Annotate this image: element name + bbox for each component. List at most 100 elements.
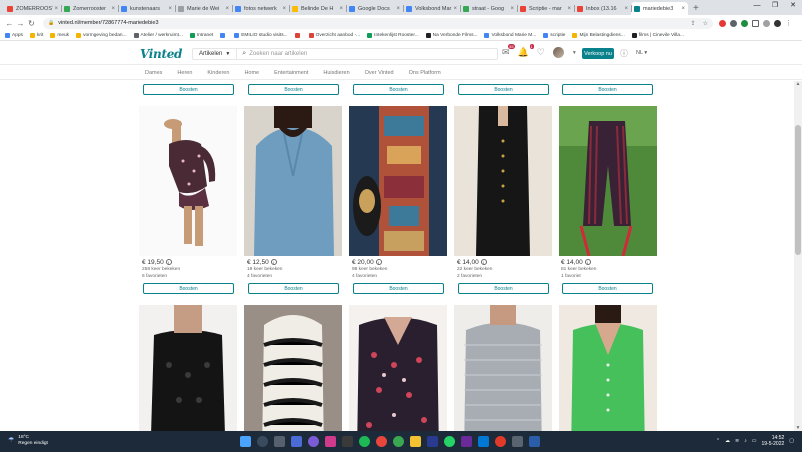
bump-button[interactable]: Boosten — [143, 84, 234, 95]
bump-button[interactable]: Boosten — [248, 84, 339, 95]
info-icon[interactable]: i — [270, 259, 277, 266]
tab-10[interactable]: Scriptie - mar × — [517, 2, 574, 15]
tab-5[interactable]: fotos netwerk × — [232, 2, 289, 15]
spotify-icon[interactable] — [359, 436, 370, 447]
chevron-up-icon[interactable]: ⌃ — [716, 438, 720, 444]
vinted-logo[interactable]: Vinted — [140, 47, 182, 61]
info-icon[interactable]: i — [480, 259, 487, 266]
chrome-icon[interactable] — [376, 436, 387, 447]
heart-icon[interactable]: ♡ — [537, 47, 545, 58]
bookmark-item[interactable]: Intranet — [189, 33, 213, 38]
widgets-icon[interactable] — [291, 436, 302, 447]
puzzle-icon[interactable] — [752, 19, 759, 27]
bookmark-item[interactable]: Apps — [5, 33, 23, 38]
edge-icon[interactable] — [478, 436, 489, 447]
bookmark-item[interactable]: Mijn Belastingdiens... — [572, 33, 625, 38]
item-photo[interactable] — [139, 106, 237, 256]
bookmark-star-icon[interactable]: ☆ — [703, 20, 708, 27]
avatar[interactable] — [552, 47, 564, 58]
new-tab-icon[interactable]: + — [693, 3, 699, 14]
language-select[interactable]: NL ▾ — [636, 50, 647, 56]
battery-icon[interactable]: ▭ — [752, 438, 757, 444]
chevron-down-icon[interactable]: ▼ — [572, 50, 577, 56]
tab-6[interactable]: Belinde De H × — [289, 2, 346, 15]
bookmark-item[interactable]: scriptie — [543, 33, 565, 38]
nav-item[interactable]: Heren — [177, 70, 192, 76]
item-photo[interactable] — [349, 305, 447, 431]
bump-button[interactable]: Boosten — [562, 84, 653, 95]
scrollbar-thumb[interactable] — [795, 125, 801, 255]
item-photo[interactable] — [244, 106, 342, 256]
item-photo[interactable] — [244, 305, 342, 431]
nav-item[interactable]: Kinderen — [207, 70, 229, 76]
tab-1[interactable]: ZOMERROOSTER× — [4, 2, 61, 15]
tab-close-icon[interactable]: × — [396, 6, 400, 12]
bump-button[interactable]: Boosten — [353, 84, 444, 95]
maximize-icon[interactable]: ❐ — [766, 0, 784, 12]
extension-icon[interactable] — [741, 19, 748, 27]
notification-bell-icon[interactable]: 🔔 1 — [518, 44, 534, 58]
app-icon[interactable] — [342, 436, 353, 447]
bump-button[interactable]: Boosten — [248, 283, 339, 294]
tab-8[interactable]: Volksbond Mar × — [403, 2, 460, 15]
bump-button[interactable]: Boosten — [143, 283, 234, 294]
extension-icon[interactable] — [730, 19, 737, 27]
tab-3[interactable]: kunstenaars × — [118, 2, 175, 15]
minimize-icon[interactable]: — — [748, 0, 766, 12]
file-explorer-icon[interactable] — [410, 436, 421, 447]
start-windows-icon[interactable] — [240, 436, 251, 447]
bookmark-item[interactable]: meuk — [50, 33, 69, 38]
item-photo[interactable] — [454, 305, 552, 431]
tab-close-icon[interactable]: × — [567, 6, 571, 12]
bookmark-item[interactable] — [220, 33, 227, 38]
bookmark-item[interactable]: krit — [29, 33, 43, 38]
teams-chat-icon[interactable] — [308, 436, 319, 447]
nav-item[interactable]: Huisdieren — [323, 70, 349, 76]
page-scrollbar[interactable]: ▲ ▼ — [794, 81, 802, 431]
calculator-icon[interactable] — [512, 436, 523, 447]
clock[interactable]: 14:52 19-5-2022 — [761, 435, 784, 447]
sell-now-button[interactable]: Verkoop nu — [582, 48, 614, 59]
address-bar[interactable]: 🔒 vinted.nl/member/72867774-mariedebie3 … — [43, 17, 713, 29]
bump-button[interactable]: Boosten — [458, 283, 549, 294]
premiere-pro-icon[interactable] — [461, 436, 472, 447]
premiere-icon[interactable] — [427, 436, 438, 447]
task-view-icon[interactable] — [274, 436, 285, 447]
tab-close-icon[interactable]: × — [681, 6, 685, 12]
tab-close-icon[interactable]: × — [510, 6, 514, 12]
tab-close-icon[interactable]: × — [54, 6, 58, 12]
search-category-select[interactable]: Artikelen ▼ — [193, 49, 238, 59]
item-photo[interactable] — [559, 305, 657, 431]
tab-11[interactable]: Inbox (13.16 × — [574, 2, 631, 15]
help-icon[interactable]: ⓘ — [620, 48, 628, 59]
item-photo[interactable] — [559, 106, 657, 256]
bookmark-item[interactable]: Overzicht aanbod -... — [308, 33, 360, 38]
bookmark-item[interactable] — [294, 33, 302, 38]
extension-icon[interactable] — [719, 19, 726, 27]
weather-widget[interactable]: ☂ 18°C Regen eindigt — [8, 435, 48, 447]
scroll-up-arrow-icon[interactable]: ▲ — [794, 81, 802, 87]
inbox-icon[interactable]: ✉ 45 — [502, 44, 515, 58]
indesign-icon[interactable] — [325, 436, 336, 447]
search-icon[interactable] — [257, 436, 268, 447]
tab-2[interactable]: Zomerrooster × — [61, 2, 118, 15]
forward-arrow-icon[interactable]: → — [15, 19, 26, 28]
info-icon[interactable]: i — [165, 259, 172, 266]
app-icon[interactable] — [393, 436, 404, 447]
menu-dots-icon[interactable]: ⋮ — [785, 19, 792, 27]
tab-close-icon[interactable]: × — [339, 6, 343, 12]
nav-item[interactable]: Over Vinted — [365, 70, 394, 76]
profile-avatar-icon[interactable] — [774, 19, 781, 27]
bookmark-item[interactable]: Atelier / werkruimt... — [133, 33, 183, 38]
tab-close-icon[interactable]: × — [168, 6, 172, 12]
profile-icon[interactable] — [763, 19, 770, 27]
lightroom-icon[interactable] — [529, 436, 540, 447]
back-arrow-icon[interactable]: ← — [4, 19, 15, 28]
whatsapp-icon[interactable] — [444, 436, 455, 447]
info-icon[interactable]: i — [375, 259, 382, 266]
wifi-icon[interactable]: ≋ — [735, 438, 739, 444]
cloud-icon[interactable]: ☁ — [725, 438, 730, 444]
bookmark-item[interactable]: EMILIO studio visits... — [234, 33, 288, 38]
search-input[interactable]: Zoeken naar artikelen — [249, 51, 307, 57]
nav-item[interactable]: Entertainment — [274, 70, 308, 76]
